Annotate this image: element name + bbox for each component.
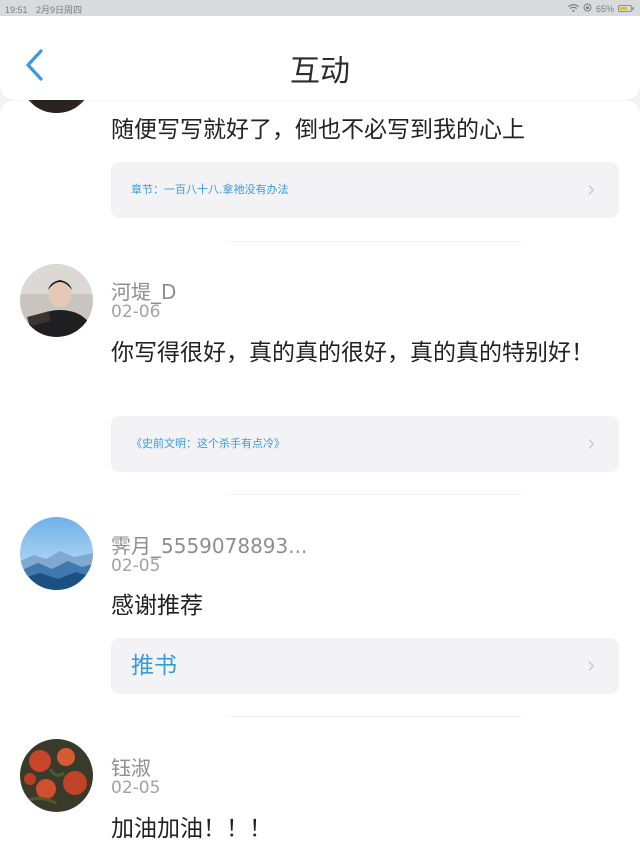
battery-percent: 65% xyxy=(595,3,614,14)
chapter-link-label: 章节：一百八十八.拿祂没有办法 xyxy=(131,183,289,196)
divider xyxy=(226,494,522,495)
recommend-link-label: 推书 xyxy=(131,653,177,679)
avatar[interactable] xyxy=(20,264,93,337)
comment-text: 加油加油！！！ xyxy=(111,816,272,842)
status-time: 19:51 xyxy=(5,5,28,15)
chevron-right-icon xyxy=(588,439,594,449)
chevron-right-icon xyxy=(588,185,594,195)
divider xyxy=(226,716,522,717)
comment-date: 02-06 xyxy=(111,302,161,322)
comment-text: 随便写写就好了，倒也不必写到我的心上 xyxy=(111,117,525,143)
nav-header: 互动 xyxy=(0,16,640,100)
book-link[interactable]: 《史前文明：这个杀手有点冷》 xyxy=(111,416,619,472)
lock-rotation-icon xyxy=(583,3,592,14)
page-title: 互动 xyxy=(290,54,350,89)
avatar[interactable] xyxy=(20,517,93,590)
status-date: 2月9日周四 xyxy=(36,5,83,15)
divider xyxy=(226,241,522,242)
comment-list[interactable]: 随便写写就好了，倒也不必写到我的心上 章节：一百八十八.拿祂没有办法 河堤_D … xyxy=(0,100,640,853)
comment-text: 感谢推荐 xyxy=(111,593,203,619)
comment-date: 02-05 xyxy=(111,778,161,798)
commenter-name[interactable]: 河堤_D xyxy=(111,276,176,305)
commenter-name[interactable]: 钰淑 xyxy=(111,752,151,781)
chapter-link[interactable]: 章节：一百八十八.拿祂没有办法 xyxy=(111,162,619,218)
status-bar: 19:51 2月9日周四 65% xyxy=(0,0,640,16)
book-link-label: 《史前文明：这个杀手有点冷》 xyxy=(131,437,285,450)
avatar[interactable] xyxy=(20,100,93,113)
wifi-icon xyxy=(568,3,579,14)
comment-date: 02-05 xyxy=(111,556,161,576)
avatar[interactable] xyxy=(20,739,93,812)
chevron-right-icon xyxy=(588,661,594,671)
battery-icon xyxy=(618,5,634,12)
comment-text: 你写得很好，真的真的很好，真的真的特别好！ xyxy=(111,340,594,366)
recommend-link[interactable]: 推书 xyxy=(111,638,619,694)
commenter-name[interactable]: 霁月_5559078893... xyxy=(111,530,307,559)
